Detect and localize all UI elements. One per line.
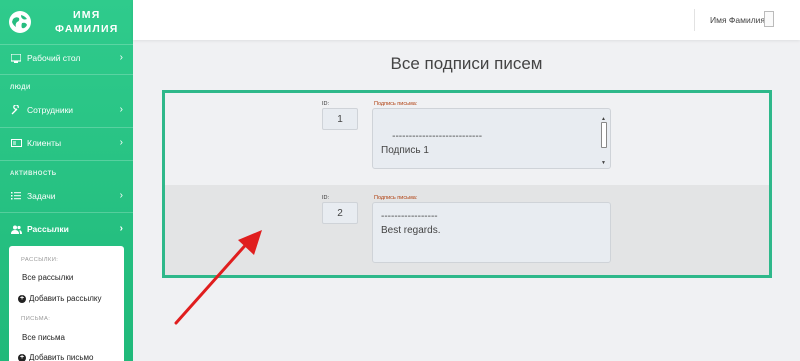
users-icon <box>10 224 22 234</box>
mailings-submenu: РАССЫЛКИ: Все рассылки + Добавить рассыл… <box>9 246 124 361</box>
list-icon <box>10 191 22 201</box>
id-field[interactable]: 2 <box>322 202 358 224</box>
avatar[interactable] <box>764 11 774 27</box>
sidebar-item-dashboard[interactable]: Рабочий стол › <box>0 44 133 72</box>
chevron-right-icon: › <box>119 223 123 234</box>
submenu-item-all-mailings[interactable]: Все рассылки <box>22 273 73 282</box>
sidebar-item-clients[interactable]: Клиенты › <box>0 129 133 157</box>
id-label: ID: <box>322 101 330 107</box>
signature-textarea[interactable]: ----------------- Best regards. <box>372 202 611 263</box>
sidebar-item-employees[interactable]: Сотрудники › <box>0 96 133 124</box>
submenu-item-add-letter[interactable]: + Добавить письмо <box>18 353 94 361</box>
signatures-panel: ID: 1 Подпись письма: ------------------… <box>162 90 772 278</box>
signature-label: Подпись письма: <box>374 101 418 107</box>
submenu-label-mailings: РАССЫЛКИ: <box>21 257 59 263</box>
card-icon <box>10 138 22 148</box>
dashboard-icon <box>10 53 22 63</box>
scroll-thumb[interactable] <box>601 122 607 148</box>
topbar-divider <box>694 9 695 31</box>
chevron-right-icon: › <box>119 137 123 148</box>
id-field[interactable]: 1 <box>322 108 358 130</box>
chevron-right-icon: › <box>119 104 123 115</box>
submenu-item-add-mailing[interactable]: + Добавить рассылку <box>18 294 101 303</box>
page-title: Все подписи писем <box>390 54 543 73</box>
signature-textarea[interactable]: --------------------------- Подпись 1 te… <box>372 108 611 169</box>
wrench-icon <box>10 105 22 115</box>
plus-circle-icon: + <box>18 294 26 303</box>
submenu-item-all-letters[interactable]: Все письма <box>22 333 65 342</box>
chevron-right-icon: › <box>119 52 123 63</box>
section-label-people: ЛЮДИ <box>10 85 31 91</box>
brand-name: ИМЯ ФАМИЛИЯ <box>55 9 119 35</box>
sidebar: ИМЯ ФАМИЛИЯ Рабочий стол › ЛЮДИ Сотрудни… <box>0 0 133 361</box>
chevron-right-icon: › <box>119 190 123 201</box>
signature-label: Подпись письма: <box>374 195 418 201</box>
sidebar-item-tasks[interactable]: Задачи › <box>0 182 133 210</box>
globe-icon <box>9 11 31 33</box>
user-name[interactable]: Имя Фамилия <box>710 15 765 25</box>
submenu-label-letters: ПИСЬМА: <box>21 316 51 322</box>
plus-circle-icon: + <box>18 353 26 361</box>
scroll-down-icon[interactable]: ▼ <box>601 156 606 168</box>
brand[interactable]: ИМЯ ФАМИЛИЯ <box>0 0 133 44</box>
topbar: Имя Фамилия <box>133 0 800 40</box>
textarea-scrollbar[interactable]: ▲ ▼ <box>600 112 608 166</box>
id-label: ID: <box>322 195 330 201</box>
section-label-activity: АКТИВНОСТЬ <box>10 171 57 177</box>
sidebar-item-mailings[interactable]: Рассылки › <box>0 215 133 243</box>
